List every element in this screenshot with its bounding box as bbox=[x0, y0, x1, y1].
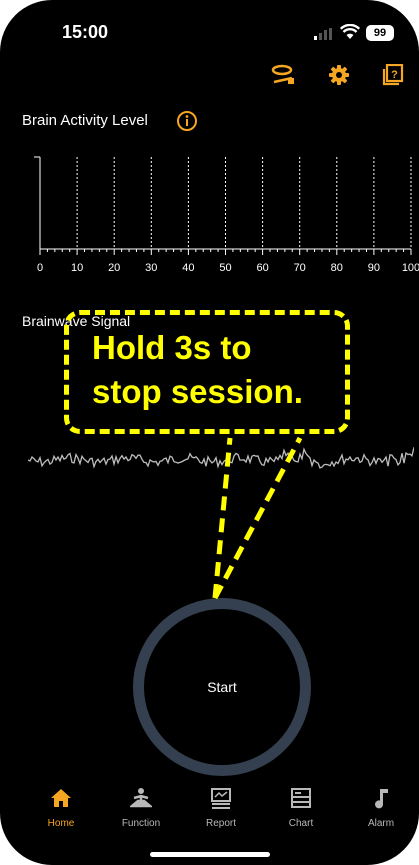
callout-line-1: Hold 3s to bbox=[92, 329, 252, 366]
callout-text: Hold 3s to stop session. bbox=[92, 326, 342, 414]
callout-line-2: stop session. bbox=[92, 373, 303, 410]
